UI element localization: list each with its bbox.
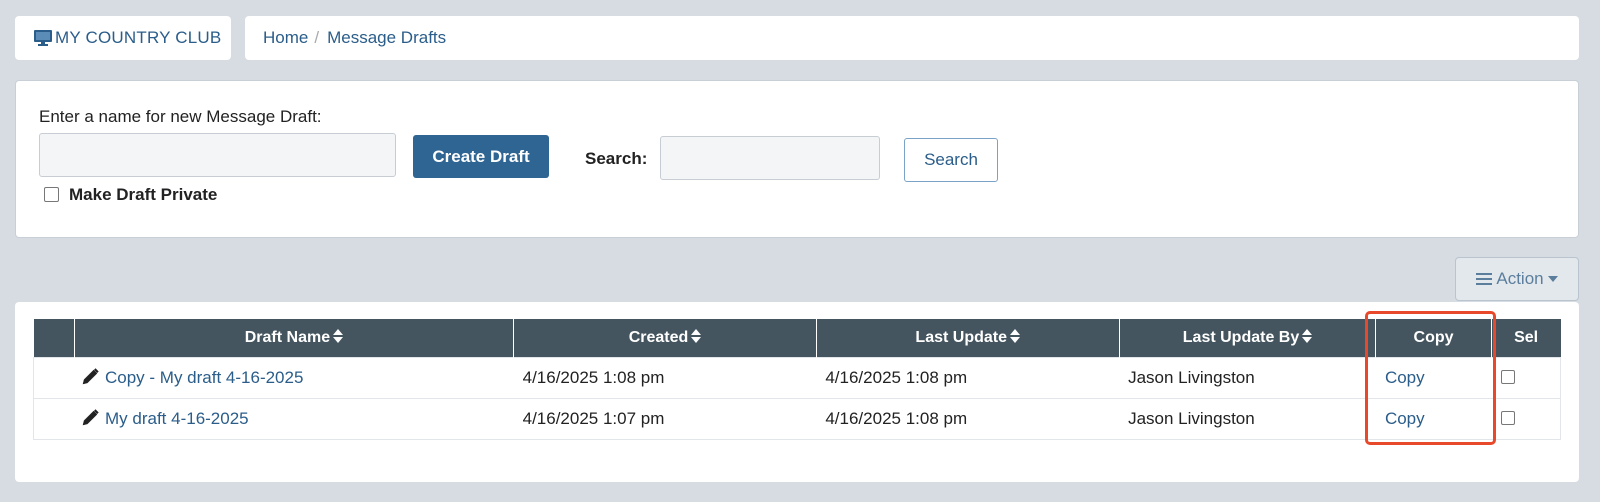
pencil-icon[interactable] [82,367,99,385]
action-dropdown-button[interactable]: Action [1455,257,1579,301]
sort-icon [691,328,702,343]
last-update-cell: 4/16/2025 1:08 pm [816,397,1120,440]
column-header-sel: Sel [1490,319,1561,357]
new-draft-panel: Enter a name for new Message Draft: Crea… [15,80,1579,238]
column-header-edit [33,319,75,357]
last-update-by-cell: Jason Livingston [1119,356,1376,399]
draft-name-cell: Copy - My draft 4-16-2025 [32,356,514,399]
column-header-created[interactable]: Created [513,319,817,357]
row-select-checkbox[interactable] [1501,369,1516,384]
draft-name-label: Enter a name for new Message Draft: [39,107,322,126]
draft-name-input[interactable] [39,133,396,177]
make-private-label: Make Draft Private [69,185,218,204]
table-row: Copy - My draft 4-16-2025 4/16/2025 1:08… [32,356,1562,399]
make-private-checkbox[interactable] [44,187,59,202]
sort-icon [1302,328,1313,343]
breadcrumb-message-drafts[interactable]: Message Drafts [327,28,446,48]
column-header-copy: Copy [1375,319,1492,357]
hamburger-icon [1476,273,1493,285]
search-button[interactable]: Search [904,138,998,182]
create-draft-button[interactable]: Create Draft [413,135,549,178]
brand-box[interactable]: MY COUNTRY CLUB [15,16,231,60]
table-header-row: Draft Name Created Last Update Last Upda… [33,319,1561,357]
created-cell: 4/16/2025 1:07 pm [513,397,817,440]
select-cell [1491,356,1562,399]
table-row: My draft 4-16-2025 4/16/2025 1:07 pm 4/1… [32,397,1562,440]
column-header-draft-name[interactable]: Draft Name [73,319,514,357]
draft-name-link[interactable]: My draft 4-16-2025 [105,409,249,428]
column-header-label: Draft Name [244,328,331,346]
draft-name-link[interactable]: Copy - My draft 4-16-2025 [105,368,303,387]
breadcrumb: Home / Message Drafts [245,16,1579,60]
copy-link[interactable]: Copy [1385,368,1425,387]
breadcrumb-home[interactable]: Home [263,28,308,48]
pencil-icon[interactable] [82,408,99,426]
drafts-table: Draft Name Created Last Update Last Upda… [32,319,1562,440]
brand-title[interactable]: MY COUNTRY CLUB [55,28,221,48]
drafts-table-panel: Draft Name Created Last Update Last Upda… [15,302,1579,482]
draft-name-cell: My draft 4-16-2025 [32,397,514,440]
caret-down-icon [1547,276,1558,282]
created-cell: 4/16/2025 1:08 pm [513,356,817,399]
sort-icon [1010,328,1020,343]
column-header-label: Last Update By [1182,328,1300,346]
row-select-checkbox[interactable] [1501,410,1516,425]
copy-cell: Copy [1375,356,1492,399]
copy-cell: Copy [1375,397,1492,440]
column-header-last-update-by[interactable]: Last Update By [1118,319,1376,357]
column-header-label: Created [628,328,689,346]
monitor-icon [34,30,52,46]
sort-icon [333,328,344,343]
column-header-label: Last Update [915,328,1007,346]
copy-link[interactable]: Copy [1385,409,1425,428]
breadcrumb-separator: / [314,28,320,47]
search-label: Search: [585,149,648,168]
select-cell [1491,397,1562,440]
last-update-by-cell: Jason Livingston [1119,397,1376,440]
search-input[interactable] [660,136,880,180]
last-update-cell: 4/16/2025 1:08 pm [816,356,1120,399]
column-header-last-update[interactable]: Last Update [815,319,1120,357]
action-label: Action [1496,269,1544,288]
